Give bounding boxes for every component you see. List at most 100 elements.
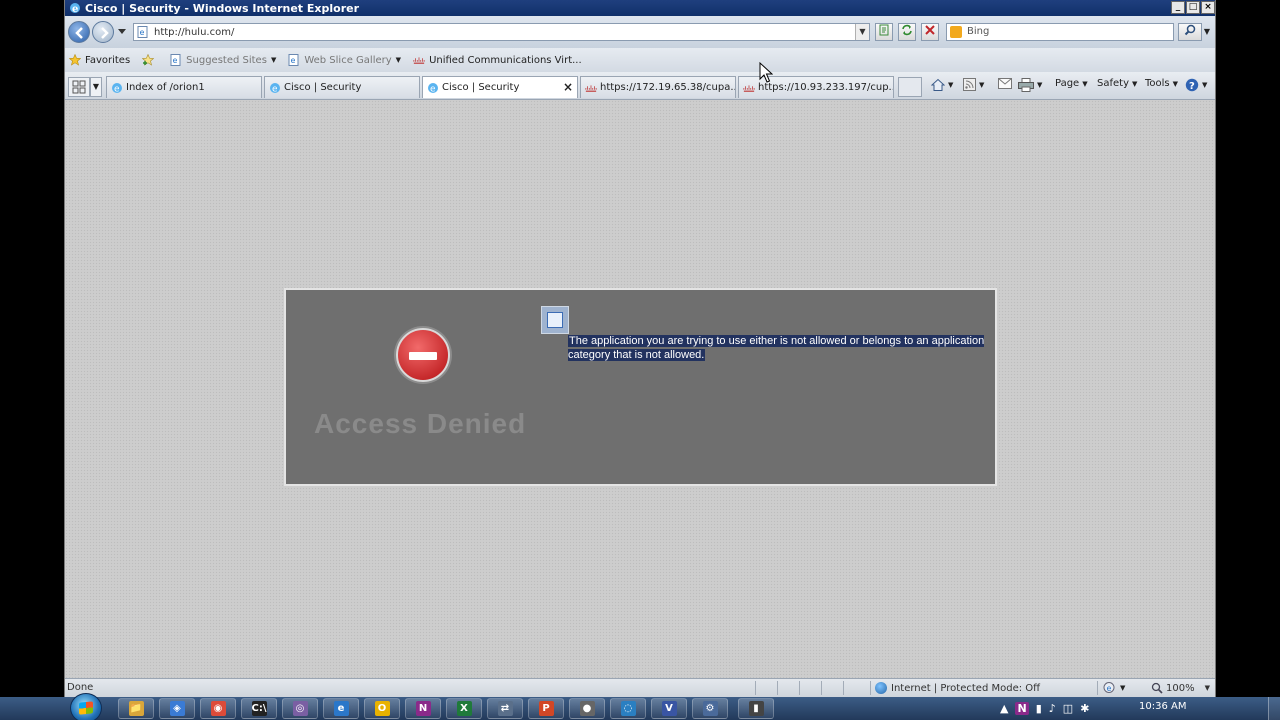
search-button[interactable] <box>1178 23 1202 41</box>
safety-menu[interactable]: Safety ▼ <box>1097 78 1137 89</box>
taskbar-app-cmd[interactable]: C:\ <box>241 698 277 719</box>
taskbar-app-ie[interactable]: e <box>323 698 359 719</box>
taskbar-app-powerpoint[interactable]: P <box>528 698 564 719</box>
print-button[interactable]: ▼ <box>1018 78 1042 92</box>
favorite-label: Unified Communications Virt... <box>429 54 582 66</box>
cisco-vpn-tray-icon[interactable]: ✱ <box>1080 702 1089 715</box>
settings-icon: ⚙ <box>702 701 718 716</box>
tab-index-of-orion1[interactable]: e Index of /orion1 <box>106 76 262 98</box>
favorites-star-icon <box>69 54 81 66</box>
address-dropdown-icon[interactable]: ▼ <box>855 24 869 40</box>
taskbar-app-visio[interactable]: V <box>651 698 687 719</box>
search-field[interactable]: Bing <box>946 23 1174 41</box>
onenote-tray-icon[interactable]: N <box>1015 702 1029 715</box>
minimize-button[interactable]: _ <box>1171 1 1185 14</box>
tab-list-dropdown[interactable]: ▼ <box>90 77 102 97</box>
help-button[interactable]: ? ▼ <box>1185 78 1207 92</box>
favorite-suggested-sites[interactable]: e Suggested Sites ▼ <box>170 54 276 66</box>
quick-tabs-button[interactable] <box>68 77 90 97</box>
security-zone[interactable]: Internet | Protected Mode: Off <box>875 682 1040 694</box>
svg-text:e: e <box>140 28 145 37</box>
show-desktop-button[interactable] <box>1268 697 1280 720</box>
taskbar-app-network[interactable]: ◈ <box>159 698 195 719</box>
chevron-down-icon: ▼ <box>979 80 985 89</box>
compatibility-view-button[interactable] <box>875 23 893 41</box>
tab-cisco-security-active[interactable]: e Cisco | Security × <box>422 76 578 98</box>
taskbar-app-tool[interactable]: ◎ <box>282 698 318 719</box>
recent-pages-dropdown-icon[interactable] <box>117 28 127 36</box>
favorite-unified-communications[interactable]: Unified Communications Virt... <box>413 54 582 66</box>
denied-message: The application you are trying to use ei… <box>568 334 988 362</box>
forward-button[interactable] <box>92 21 114 43</box>
address-field[interactable]: e http://hulu.com/ ▼ <box>133 23 870 41</box>
jabber-icon: ◌ <box>620 701 636 716</box>
popup-blocker-button[interactable]: e ▼ <box>1103 681 1125 694</box>
taskbar-app-outlook[interactable]: O <box>364 698 400 719</box>
add-favorite-star-icon <box>142 54 155 66</box>
back-arrow-icon <box>75 27 83 39</box>
taskbar-app-explorer[interactable]: 📁 <box>118 698 154 719</box>
favorite-web-slice-gallery[interactable]: e Web Slice Gallery ▼ <box>288 54 401 66</box>
chevron-down-icon: ▼ <box>1204 684 1210 692</box>
back-button[interactable] <box>68 21 90 43</box>
page-menu[interactable]: Page ▼ <box>1055 78 1088 89</box>
mouse-cursor-icon <box>759 62 773 83</box>
new-tab-button[interactable] <box>898 77 922 97</box>
ie-page-icon: e <box>170 54 181 66</box>
taskbar: 📁 ◈ ◉ C:\ ◎ e O N X ⇄ P ● ◌ V ⚙ ▮ ▲ N ▮ ♪ ◫ ✱ 10:36 AM <box>0 693 1280 720</box>
svg-text:?: ? <box>1189 81 1195 92</box>
clock[interactable]: 10:36 AM <box>1139 701 1186 712</box>
svg-text:e: e <box>1107 684 1112 693</box>
taskbar-app-media[interactable]: ● <box>569 698 605 719</box>
tools-menu[interactable]: Tools ▼ <box>1145 78 1178 89</box>
taskbar-app-settings[interactable]: ⚙ <box>692 698 728 719</box>
feeds-button[interactable]: ▼ <box>963 78 984 91</box>
search-options-dropdown-icon[interactable]: ▼ <box>1201 23 1213 41</box>
cisco-icon <box>413 57 425 64</box>
network-signal-icon[interactable]: ▮ <box>1036 702 1042 715</box>
close-tab-icon[interactable]: × <box>563 80 573 94</box>
outlook-icon: O <box>374 701 390 716</box>
taskbar-app-chrome[interactable]: ◉ <box>200 698 236 719</box>
mail-button[interactable] <box>998 78 1012 89</box>
broken-image-icon <box>541 306 569 334</box>
taskbar-app-onenote[interactable]: N <box>405 698 441 719</box>
quick-tabs-grid-icon <box>72 80 86 94</box>
home-button[interactable]: ▼ <box>931 78 953 92</box>
favorite-label: Web Slice Gallery <box>304 54 392 66</box>
maximize-button[interactable]: □ <box>1186 1 1200 14</box>
show-hidden-icons-icon[interactable]: ▲ <box>1000 702 1008 715</box>
stop-button[interactable] <box>921 23 939 41</box>
zoom-level-button[interactable]: 100% ▼ <box>1151 682 1210 694</box>
volume-icon[interactable]: ♪ <box>1049 702 1056 715</box>
media-icon: ● <box>579 701 595 716</box>
tab-label: https://10.93.233.197/cup... <box>758 82 894 93</box>
stop-x-icon <box>925 25 935 35</box>
taskbar-app-terminal[interactable]: ▮ <box>738 698 774 719</box>
compatibility-icon <box>879 24 889 36</box>
favorite-label: Suggested Sites <box>186 54 267 66</box>
title-bar[interactable]: e Cisco | Security - Windows Internet Ex… <box>65 0 1215 16</box>
status-bar: Done Internet | Protected Mode: Off e ▼ … <box>65 678 1215 697</box>
tab-cupa-172[interactable]: https://172.19.65.38/cupa... <box>580 76 736 98</box>
tab-cisco-security[interactable]: e Cisco | Security <box>264 76 420 98</box>
cmd-icon: C:\ <box>251 701 267 716</box>
taskbar-app-excel[interactable]: X <box>446 698 482 719</box>
taskbar-app-jabber[interactable]: ◌ <box>610 698 646 719</box>
windows-logo-icon <box>79 701 93 715</box>
printer-icon <box>1018 78 1034 92</box>
close-window-button[interactable]: × <box>1201 1 1215 14</box>
add-to-favorites-bar-button[interactable] <box>142 54 158 66</box>
status-divider <box>870 681 871 695</box>
security-tray-icon[interactable]: ◫ <box>1063 702 1073 715</box>
excel-icon: X <box>456 701 472 716</box>
favorites-button[interactable]: Favorites <box>69 54 130 66</box>
refresh-button[interactable] <box>898 23 916 41</box>
start-button[interactable] <box>70 693 102 720</box>
chevron-down-icon: ▼ <box>1037 81 1043 89</box>
onenote-icon: N <box>415 701 431 716</box>
remote-icon: ⇄ <box>497 701 513 716</box>
tab-label: Cisco | Security <box>284 82 362 93</box>
taskbar-app-remote[interactable]: ⇄ <box>487 698 523 719</box>
bing-icon <box>950 26 962 38</box>
